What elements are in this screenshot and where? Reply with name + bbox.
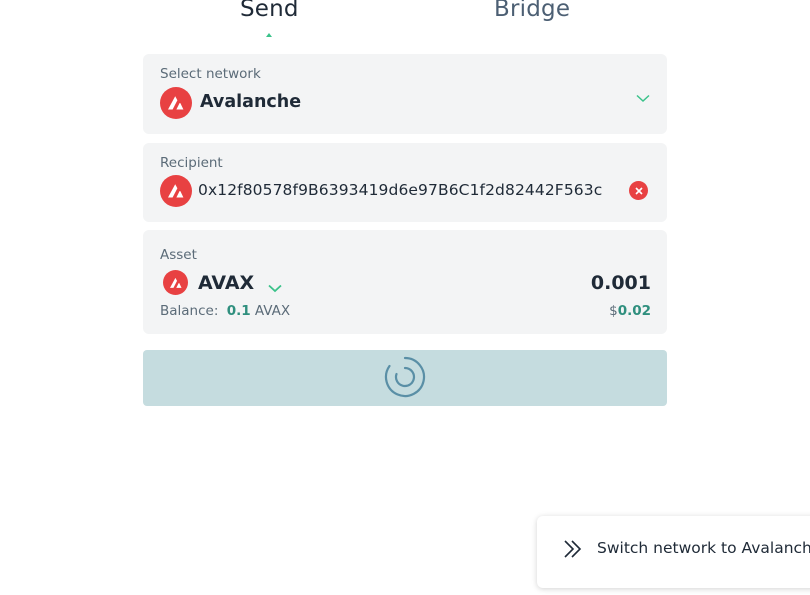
chevron-down-icon[interactable] <box>636 88 650 107</box>
usd-value: 0.02 <box>617 303 651 319</box>
asset-symbol[interactable]: AVAX <box>198 272 254 294</box>
recipient-field[interactable]: Recipient 0x12f80578f9B6393419d6e97B6C1f… <box>143 143 667 222</box>
network-selector[interactable]: Select network Avalanche <box>143 54 667 134</box>
chevron-down-icon[interactable] <box>268 278 282 297</box>
usd-prefix: $ <box>609 303 618 319</box>
usd-value-row: $0.02 <box>609 303 651 319</box>
balance-label: Balance: <box>160 303 219 319</box>
recipient-address[interactable]: 0x12f80578f9B6393419d6e97B6C1f2d82442F56… <box>198 181 602 199</box>
double-chevron-right-icon <box>563 539 583 563</box>
switch-network-toast[interactable]: Switch network to Avalanche <box>537 516 810 588</box>
send-submit-button[interactable] <box>143 350 667 406</box>
balance-unit: AVAX <box>254 303 291 319</box>
amount-input[interactable] <box>491 272 651 294</box>
active-tab-indicator <box>266 33 272 37</box>
balance-row: Balance: 0.1 AVAX <box>160 303 290 319</box>
tab-bridge[interactable]: Bridge <box>494 0 570 22</box>
close-icon[interactable] <box>629 181 648 200</box>
toast-message: Switch network to Avalanche <box>597 539 810 557</box>
network-label: Select network <box>160 66 261 82</box>
recipient-label: Recipient <box>160 155 223 171</box>
asset-field: Asset AVAX Balance: 0.1 AVAX $0.02 <box>143 230 667 334</box>
avalanche-logo-icon <box>160 175 192 207</box>
selected-network: Avalanche <box>200 92 302 112</box>
balance-value: 0.1 <box>226 303 251 319</box>
avalanche-logo-icon <box>160 87 192 119</box>
spinner-icon <box>384 356 426 401</box>
asset-label: Asset <box>160 247 197 263</box>
tab-send[interactable]: Send <box>240 0 299 22</box>
avax-token-icon[interactable] <box>163 270 188 295</box>
